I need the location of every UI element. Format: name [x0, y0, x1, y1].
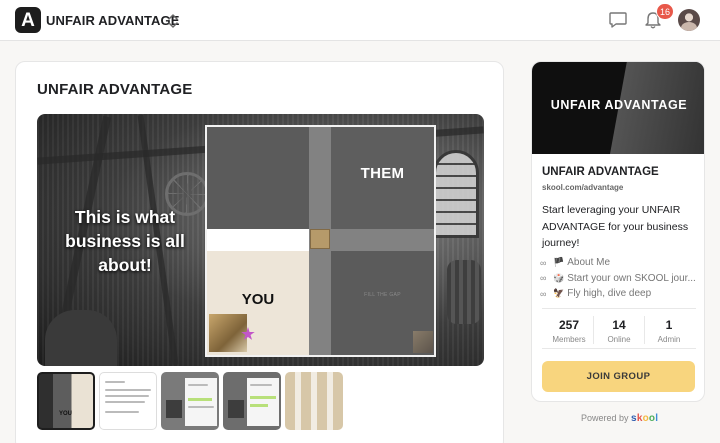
- divider: [542, 308, 696, 309]
- link-icon: ∞: [540, 288, 547, 299]
- top-bar: A UNFAIR ADVANTAGE 16: [0, 0, 720, 41]
- divider: [542, 348, 696, 349]
- powered-by-label: Powered by: [581, 413, 629, 423]
- stat-value: 257: [558, 318, 580, 332]
- quadrant-top-left: [207, 127, 309, 229]
- hero-media[interactable]: This is what business is all about! THEM…: [37, 114, 484, 366]
- stat-label: Online: [607, 335, 631, 344]
- fill-gap-label: FILL THE GAP: [364, 292, 401, 298]
- notification-badge: 16: [656, 3, 675, 20]
- group-links: ∞ 🏴 About Me ∞ 🎲 Start your own SKOOL jo…: [540, 255, 702, 302]
- chat-icon[interactable]: [608, 11, 628, 29]
- thumbnail-5[interactable]: [285, 372, 343, 430]
- group-info-card: UNFAIR ADVANTAGE UNFAIR ADVANTAGE skool.…: [531, 61, 705, 402]
- quadrant-graphic: THEM YOU FILL THE GAP: [205, 125, 436, 357]
- link-start-skool[interactable]: ∞ 🎲 Start your own SKOOL jour...: [540, 271, 702, 287]
- stat-value: 14: [612, 318, 626, 332]
- page-title: UNFAIR ADVANTAGE: [37, 81, 193, 98]
- stat-value: 1: [665, 318, 673, 332]
- group-url[interactable]: skool.com/advantage: [542, 183, 623, 192]
- thumb-text-line: [105, 395, 149, 397]
- stat-label: Admin: [657, 335, 681, 344]
- thumbnail-2[interactable]: [99, 372, 157, 430]
- hero-caption: This is what business is all about!: [65, 207, 185, 275]
- you-label: YOU: [241, 291, 275, 308]
- thumb-text-line: [105, 381, 125, 383]
- stat-members[interactable]: 257 Members: [544, 318, 594, 344]
- thumb-text-line: [188, 406, 214, 408]
- dice-icon: 🎲: [553, 272, 565, 283]
- thumb-text-line: [188, 384, 208, 386]
- window-illustration: [433, 150, 479, 238]
- cover-text: UNFAIR ADVANTAGE: [550, 98, 688, 112]
- center-image: [310, 229, 330, 249]
- house-illustration: [228, 400, 244, 418]
- thumb-text-line: [105, 389, 151, 391]
- thumb-text-line: [250, 384, 272, 386]
- group-description: Start leveraging your UNFAIR ADVANTAGE f…: [542, 204, 689, 249]
- link-label: Fly high, dive deep: [567, 288, 652, 300]
- skool-logo: skool: [631, 413, 659, 424]
- join-group-button[interactable]: JOIN GROUP: [542, 361, 695, 392]
- thumb-highlight: [250, 404, 268, 407]
- stat-online[interactable]: 14 Online: [594, 318, 644, 344]
- quadrant-divider: [331, 229, 434, 251]
- link-about-me[interactable]: ∞ 🏴 About Me: [540, 255, 702, 271]
- barrel-illustration: [45, 310, 117, 366]
- group-switcher-icon[interactable]: [166, 12, 180, 30]
- user-avatar[interactable]: [678, 9, 700, 31]
- thumb-post-panel: [247, 378, 279, 426]
- link-label: About Me: [567, 257, 611, 269]
- stat-label: Members: [552, 335, 586, 344]
- map-thumbnail-image: [209, 314, 247, 352]
- about-card: UNFAIR ADVANTAGE This is what business i…: [15, 61, 504, 443]
- flag-icon: 🏴: [553, 257, 565, 268]
- thumbnail-4[interactable]: [223, 372, 281, 430]
- thumb-highlight: [188, 398, 212, 401]
- thumb-text-line: [105, 411, 139, 413]
- thumb-highlight: [250, 396, 276, 399]
- stat-admin[interactable]: 1 Admin: [644, 318, 694, 344]
- group-logo[interactable]: A: [15, 7, 41, 33]
- group-title: UNFAIR ADVANTAGE: [542, 166, 659, 178]
- them-label: THEM: [360, 165, 405, 182]
- corner-image: [413, 331, 433, 353]
- barrel-illustration: [447, 260, 481, 324]
- link-fly-high[interactable]: ∞ 🦅 Fly high, dive deep: [540, 286, 702, 302]
- link-icon: ∞: [540, 257, 547, 268]
- thumb-text-line: [105, 401, 145, 403]
- link-label: Start your own SKOOL jour...: [567, 272, 696, 284]
- thumbnail-3[interactable]: [161, 372, 219, 430]
- group-cover-image: UNFAIR ADVANTAGE: [532, 62, 704, 154]
- link-icon: ∞: [540, 273, 547, 284]
- powered-by[interactable]: Powered by skool: [581, 413, 658, 424]
- thumb-post-panel: [185, 378, 217, 426]
- thumbnail-1[interactable]: [37, 372, 95, 430]
- house-illustration: [166, 400, 182, 418]
- eagle-icon: 🦅: [553, 288, 565, 299]
- group-name[interactable]: UNFAIR ADVANTAGE: [46, 13, 180, 28]
